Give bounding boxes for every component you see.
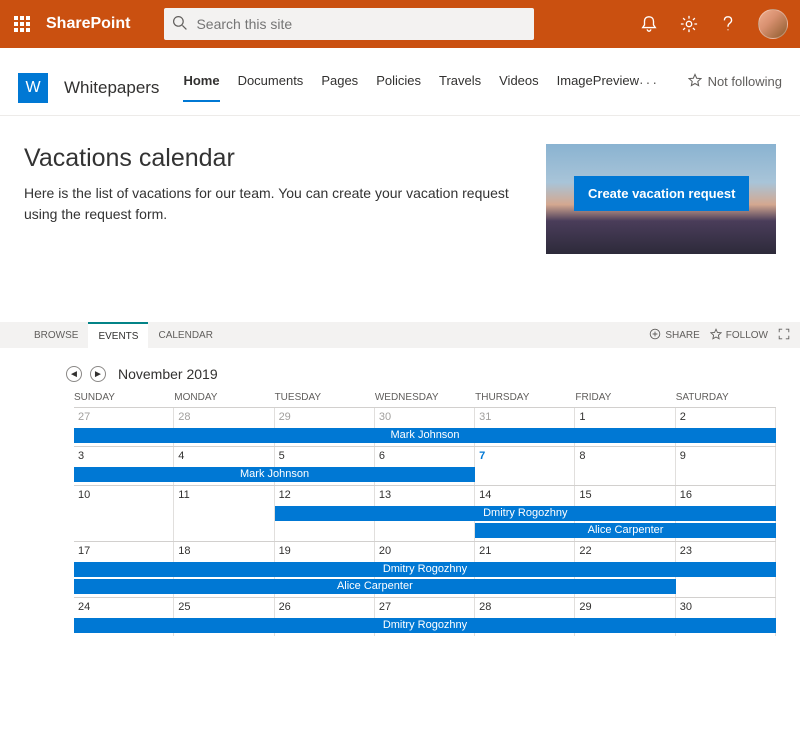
day-header: MONDAY: [174, 392, 274, 403]
ribbon-tab-events[interactable]: EVENTS: [88, 322, 148, 348]
calendar-week: 17181920212223Dmitry RogozhnyAlice Carpe…: [74, 541, 776, 597]
calendar-event[interactable]: Dmitry Rogozhny: [275, 506, 776, 521]
calendar-week: 24252627282930Dmitry Rogozhny: [74, 597, 776, 636]
share-button[interactable]: SHARE: [649, 328, 699, 343]
calendar-header: ◄ ► November 2019: [0, 348, 800, 392]
nav-item-imagepreview[interactable]: ImagePreview: [557, 73, 639, 102]
calendar-event[interactable]: Dmitry Rogozhny: [74, 618, 776, 633]
day-header: FRIDAY: [575, 392, 675, 403]
notifications-icon[interactable]: [640, 15, 658, 33]
calendar-event[interactable]: Mark Johnson: [74, 428, 776, 443]
day-cell[interactable]: 11: [174, 486, 274, 541]
site-logo[interactable]: W: [18, 73, 48, 103]
follow-label: FOLLOW: [726, 330, 768, 341]
ribbon-tab-browse[interactable]: BROWSE: [24, 322, 88, 348]
site-nav: Home Documents Pages Policies Travels Videos I…: [183, 73, 639, 102]
next-month-button[interactable]: ►: [90, 366, 106, 382]
nav-item-documents[interactable]: Documents: [238, 73, 304, 102]
hero-image: Create vacation request: [546, 144, 776, 254]
search-box[interactable]: [164, 8, 534, 40]
help-icon[interactable]: [720, 15, 736, 33]
calendar-event[interactable]: Alice Carpenter: [475, 523, 776, 538]
month-label: November 2019: [118, 366, 218, 382]
site-header: W Whitepapers Home Documents Pages Policies…: [0, 48, 800, 116]
page-content: Vacations calendar Here is the list of v…: [0, 116, 800, 254]
calendar-event[interactable]: Dmitry Rogozhny: [74, 562, 776, 577]
not-following-button[interactable]: Not following: [688, 73, 782, 102]
day-cell[interactable]: 10: [74, 486, 174, 541]
calendar: SUNDAYMONDAYTUESDAYWEDNESDAYTHURSDAYFRID…: [0, 392, 800, 656]
page-title: Vacations calendar: [24, 144, 524, 173]
not-following-label: Not following: [708, 74, 782, 89]
day-header: THURSDAY: [475, 392, 575, 403]
nav-item-pages[interactable]: Pages: [321, 73, 358, 102]
day-header: TUESDAY: [275, 392, 375, 403]
ribbon: BROWSEEVENTSCALENDAR SHARE FOLLOW: [0, 322, 800, 348]
avatar[interactable]: [758, 9, 788, 39]
day-header: SUNDAY: [74, 392, 174, 403]
search-input[interactable]: [196, 16, 526, 32]
day-cell[interactable]: 8: [575, 447, 675, 485]
product-name: SharePoint: [46, 15, 130, 33]
day-headers: SUNDAYMONDAYTUESDAYWEDNESDAYTHURSDAYFRID…: [24, 392, 776, 407]
search-icon: [172, 15, 188, 34]
calendar-week: 10111213141516Dmitry RogozhnyAlice Carpe…: [74, 485, 776, 541]
expand-icon: [778, 328, 790, 343]
nav-item-videos[interactable]: Videos: [499, 73, 539, 102]
calendar-event[interactable]: Mark Johnson: [74, 467, 475, 482]
app-launcher-icon[interactable]: [12, 14, 32, 34]
site-title[interactable]: Whitepapers: [64, 78, 159, 98]
fullscreen-button[interactable]: [778, 328, 790, 343]
page-description: Here is the list of vacations for our te…: [24, 183, 524, 225]
ribbon-tab-calendar[interactable]: CALENDAR: [148, 322, 222, 348]
calendar-week: 272829303112Mark Johnson: [74, 407, 776, 446]
day-cell[interactable]: 9: [676, 447, 776, 485]
create-request-button[interactable]: Create vacation request: [574, 176, 749, 211]
gear-icon[interactable]: [680, 15, 698, 33]
day-header: SATURDAY: [676, 392, 776, 403]
share-label: SHARE: [665, 330, 699, 341]
nav-overflow-icon[interactable]: ···: [639, 74, 659, 102]
star-icon: [688, 73, 702, 90]
day-cell[interactable]: 7: [475, 447, 575, 485]
follow-button[interactable]: FOLLOW: [710, 328, 768, 343]
calendar-event[interactable]: Alice Carpenter: [74, 579, 676, 594]
calendar-week: 3456789Mark Johnson: [74, 446, 776, 485]
share-icon: [649, 328, 661, 343]
nav-item-travels[interactable]: Travels: [439, 73, 481, 102]
suite-header: SharePoint: [0, 0, 800, 48]
star-icon: [710, 328, 722, 343]
nav-item-home[interactable]: Home: [183, 73, 219, 102]
nav-item-policies[interactable]: Policies: [376, 73, 421, 102]
day-header: WEDNESDAY: [375, 392, 475, 403]
prev-month-button[interactable]: ◄: [66, 366, 82, 382]
